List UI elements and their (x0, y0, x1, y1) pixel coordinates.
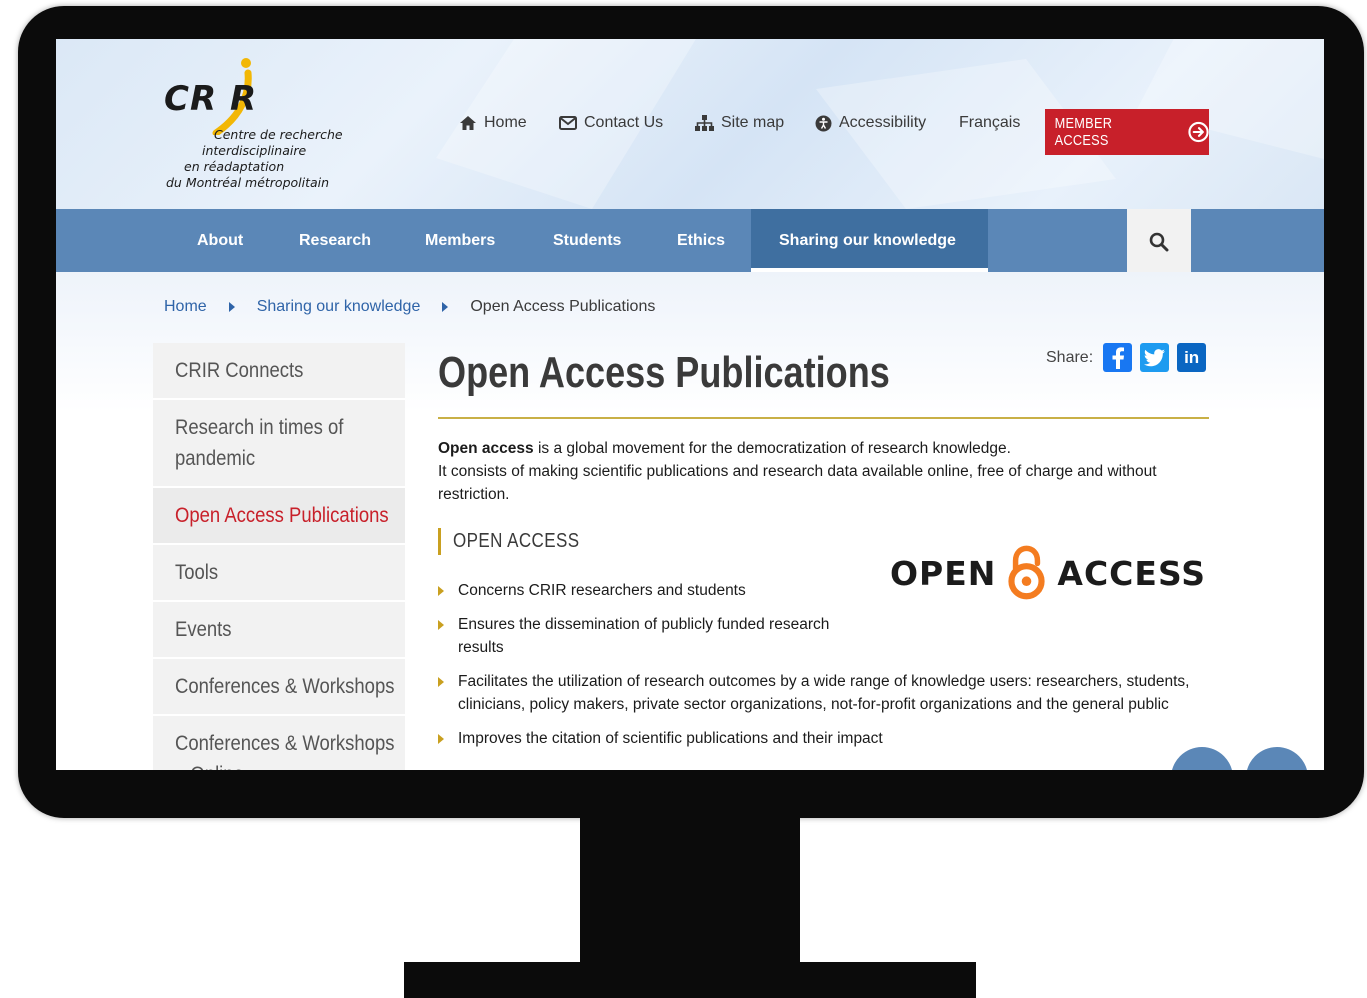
sidebar-item-label: Open Access Publications (175, 504, 389, 527)
share-bar: Share: in (1046, 343, 1207, 372)
breadcrumb-separator-icon (442, 302, 449, 312)
breadcrumb: Home Sharing our knowledge Open Access P… (164, 298, 655, 316)
home-icon (460, 116, 476, 130)
intro-text: is a global movement for the democratiza… (533, 440, 1011, 457)
sidebar-item-crir-connects[interactable]: CRIR Connects (153, 343, 405, 400)
share-label: Share: (1046, 348, 1094, 366)
member-access-label: MEMBER ACCESS (1054, 115, 1113, 149)
accessibility-icon (815, 115, 832, 131)
nav-research[interactable]: Research (299, 209, 371, 272)
sidebar-item-open-access[interactable]: Open Access Publications (153, 488, 405, 545)
browser-screen: CR R Centre de recherche interdisciplina… (56, 39, 1324, 770)
open-access-list: Concerns CRIR researchers and students E… (438, 579, 1208, 761)
nav-sitemap-label: Site map (721, 114, 785, 131)
sidebar-item-tools[interactable]: Tools (153, 545, 405, 602)
main-nav: About Research Members Students Ethics S… (56, 209, 1324, 275)
sidebar-item-label-cont: – Online (175, 759, 244, 770)
sidebar-item-label: Conferences & Workshops (175, 732, 395, 755)
nav-sharing-knowledge[interactable]: Sharing our knowledge (779, 209, 956, 272)
nav-home-label: Home (484, 114, 527, 131)
sidebar-item-research-pandemic[interactable]: Research in times of pandemic (153, 400, 405, 488)
monitor-neck (580, 816, 800, 962)
nav-accessibility-label: Accessibility (839, 114, 927, 131)
nav-sitemap-link[interactable]: Site map (695, 114, 784, 132)
member-access-button[interactable]: MEMBER ACCESS (1045, 109, 1209, 155)
logo-line-2: interdisciplinaire (202, 143, 307, 158)
sidebar-item-label: Research in times of (175, 416, 344, 439)
section-heading: OPEN ACCESS (438, 528, 602, 555)
sidebar-item-events[interactable]: Events (153, 602, 405, 659)
breadcrumb-current: Open Access Publications (470, 298, 656, 315)
intro-line-2: It consists of making scientific publica… (438, 463, 1157, 503)
title-rule (438, 417, 1209, 419)
sidebar-item-conferences-online[interactable]: Conferences & Workshops – Online (153, 716, 405, 770)
sidebar-item-label: Tools (175, 561, 219, 584)
section-sidebar: CRIR Connects Research in times of pandem… (153, 343, 405, 770)
sidebar-item-label: Events (175, 618, 232, 641)
breadcrumb-section[interactable]: Sharing our knowledge (257, 298, 421, 316)
nav-ethics[interactable]: Ethics (677, 209, 725, 272)
language-label: Français (959, 114, 1021, 131)
sidebar-item-label: Conferences & Workshops (175, 675, 395, 698)
intro-paragraph: Open access is a global movement for the… (438, 437, 1208, 506)
nav-contact-link[interactable]: Contact Us (559, 114, 663, 132)
list-item: Concerns CRIR researchers and students (438, 579, 868, 602)
nav-home-link[interactable]: Home (459, 114, 527, 132)
sidebar-item-label-cont: pandemic (175, 447, 256, 470)
search-icon (1149, 232, 1169, 252)
list-item: Facilitates the utilization of research … (438, 670, 1208, 716)
logo-line-4: du Montréal métropolitain (166, 175, 330, 190)
search-button[interactable] (1127, 209, 1191, 275)
sitemap-icon (695, 115, 714, 131)
nav-members[interactable]: Members (425, 209, 495, 272)
monitor-base (404, 962, 976, 998)
nav-accessibility-link[interactable]: Accessibility (815, 114, 926, 132)
page-title: Open Access Publications (438, 348, 890, 397)
sidebar-item-conferences[interactable]: Conferences & Workshops (153, 659, 405, 716)
logo-line-3: en réadaptation (184, 159, 285, 174)
list-item: Ensures the dissemination of publicly fu… (438, 613, 868, 659)
intro-bold-term: Open access (438, 440, 534, 457)
mail-icon (559, 116, 577, 130)
site-header: CR R Centre de recherche interdisciplina… (56, 39, 1324, 209)
linkedin-icon[interactable]: in (1177, 343, 1207, 372)
logo-line-1: Centre de recherche (214, 127, 343, 142)
facebook-icon[interactable] (1103, 343, 1133, 372)
section-heading-text: OPEN ACCESS (453, 530, 580, 552)
language-toggle[interactable]: Français (959, 114, 1020, 132)
crir-logo[interactable]: CR R Centre de recherche interdisciplina… (164, 51, 354, 201)
nav-contact-label: Contact Us (584, 114, 664, 131)
twitter-icon[interactable] (1140, 343, 1170, 372)
list-item: Improves the citation of scientific publ… (438, 727, 1208, 750)
nav-students[interactable]: Students (553, 209, 621, 272)
breadcrumb-separator-icon (228, 302, 235, 312)
logo-wordmark: CR R (164, 79, 258, 119)
sidebar-item-label: CRIR Connects (175, 359, 304, 382)
nav-about[interactable]: About (197, 209, 243, 272)
breadcrumb-home[interactable]: Home (164, 298, 207, 316)
arrow-circle-right-icon (1188, 121, 1209, 143)
